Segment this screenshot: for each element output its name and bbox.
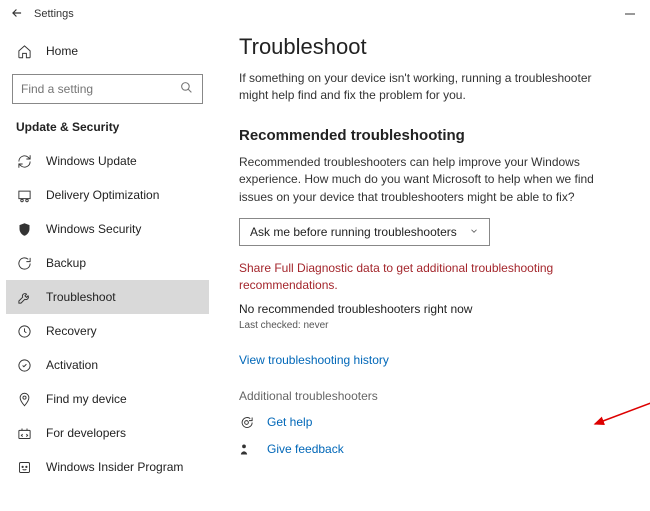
- sidebar-item-label: Find my device: [46, 392, 127, 406]
- sidebar-item-label: For developers: [46, 426, 126, 440]
- sidebar-item-windows-update[interactable]: Windows Update: [6, 144, 209, 178]
- shield-icon: [16, 222, 32, 237]
- activation-icon: [16, 358, 32, 373]
- additional-troubleshooters[interactable]: Additional troubleshooters: [239, 389, 630, 403]
- page-title: Troubleshoot: [239, 34, 630, 60]
- search-icon: [180, 81, 194, 97]
- chevron-down-icon: [469, 225, 479, 239]
- sidebar-item-windows-security[interactable]: Windows Security: [6, 212, 209, 246]
- sidebar-item-label: Windows Update: [46, 154, 137, 168]
- location-icon: [16, 392, 32, 407]
- sidebar-item-label: Backup: [46, 256, 86, 270]
- get-help-label: Get help: [267, 415, 312, 429]
- intro-text: If something on your device isn't workin…: [239, 70, 619, 105]
- last-checked: Last checked: never: [239, 320, 630, 331]
- sidebar-item-label: Recovery: [46, 324, 97, 338]
- give-feedback-row[interactable]: Give feedback: [239, 442, 630, 457]
- chat-icon: [239, 415, 255, 430]
- status-text: No recommended troubleshooters right now: [239, 302, 630, 316]
- sidebar-item-for-developers[interactable]: For developers: [6, 416, 209, 450]
- wrench-icon: [16, 290, 32, 305]
- search-input[interactable]: [21, 82, 180, 96]
- sidebar-item-find-my-device[interactable]: Find my device: [6, 382, 209, 416]
- get-help-row[interactable]: Get help: [239, 415, 630, 430]
- sidebar-item-label: Windows Insider Program: [46, 460, 183, 474]
- sidebar-item-label: Delivery Optimization: [46, 188, 159, 202]
- recommended-body: Recommended troubleshooters can help imp…: [239, 154, 619, 206]
- back-icon[interactable]: [10, 6, 26, 23]
- history-link[interactable]: View troubleshooting history: [239, 353, 630, 367]
- sync-icon: [16, 154, 32, 169]
- backup-icon: [16, 256, 32, 271]
- main-content: Troubleshoot If something on your device…: [215, 28, 650, 511]
- code-icon: [16, 426, 32, 441]
- sidebar-item-label: Windows Security: [46, 222, 141, 236]
- dropdown-value: Ask me before running troubleshooters: [250, 225, 457, 239]
- home-button[interactable]: Home: [6, 34, 209, 68]
- section-heading: Update & Security: [6, 114, 209, 144]
- home-label: Home: [46, 44, 78, 58]
- app-title: Settings: [34, 8, 74, 20]
- recovery-icon: [16, 324, 32, 339]
- recommended-heading: Recommended troubleshooting: [239, 127, 630, 144]
- sidebar: Home Update & Security Windows Update De…: [0, 28, 215, 511]
- sidebar-item-activation[interactable]: Activation: [6, 348, 209, 382]
- sidebar-item-label: Activation: [46, 358, 98, 372]
- minimize-icon[interactable]: [624, 8, 636, 20]
- diagnostic-warning: Share Full Diagnostic data to get additi…: [239, 260, 619, 294]
- sidebar-item-label: Troubleshoot: [46, 290, 116, 304]
- search-input-box[interactable]: [12, 74, 203, 104]
- delivery-icon: [16, 188, 32, 203]
- give-feedback-label: Give feedback: [267, 442, 344, 456]
- titlebar: Settings: [0, 0, 650, 28]
- insider-icon: [16, 460, 32, 475]
- recommendation-dropdown[interactable]: Ask me before running troubleshooters: [239, 218, 490, 246]
- home-icon: [16, 44, 32, 59]
- sidebar-item-delivery-optimization[interactable]: Delivery Optimization: [6, 178, 209, 212]
- sidebar-item-windows-insider[interactable]: Windows Insider Program: [6, 450, 209, 484]
- sidebar-item-recovery[interactable]: Recovery: [6, 314, 209, 348]
- sidebar-item-backup[interactable]: Backup: [6, 246, 209, 280]
- sidebar-item-troubleshoot[interactable]: Troubleshoot: [6, 280, 209, 314]
- feedback-icon: [239, 442, 255, 457]
